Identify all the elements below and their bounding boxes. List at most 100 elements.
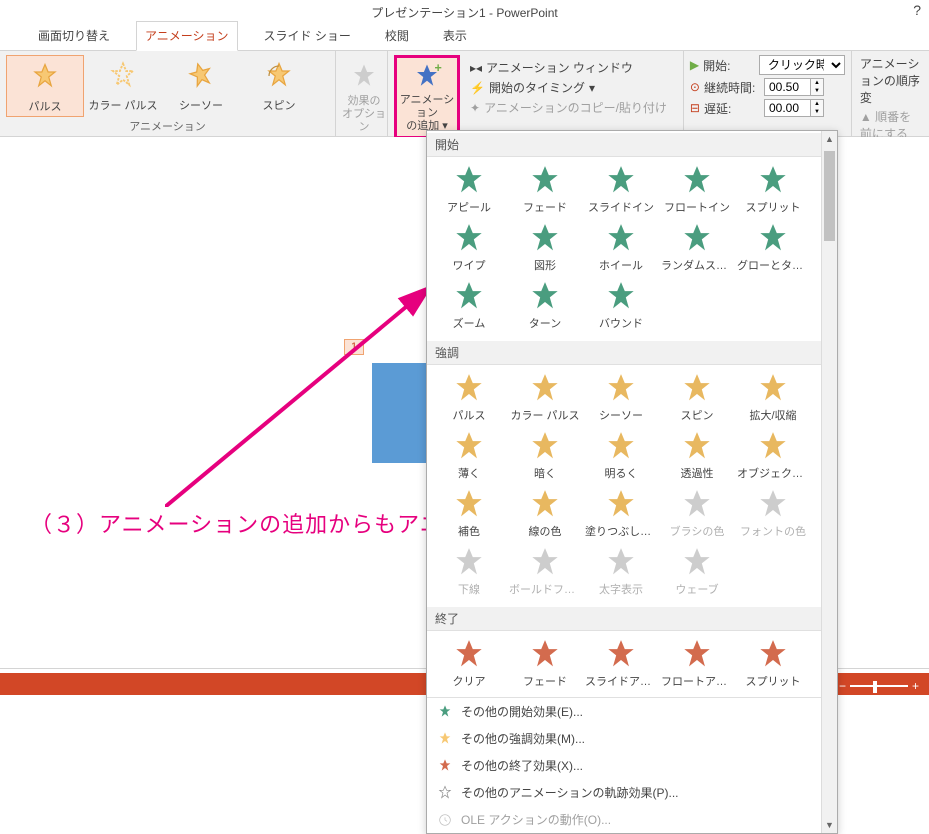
effect-ワイプ[interactable]: ワイプ (431, 219, 507, 277)
tab-animations[interactable]: アニメーション (136, 21, 238, 51)
effect-線の色[interactable]: 線の色 (507, 485, 583, 543)
effect-薄く[interactable]: 薄く (431, 427, 507, 485)
gallery-spin[interactable]: スピン (240, 55, 318, 115)
effect-スピン[interactable]: スピン (659, 369, 735, 427)
add-animation-button[interactable]: + アニメーションの追加 ▾ (394, 55, 460, 139)
delay-row: ⊟ 遅延: ▲▼ (690, 99, 845, 117)
star-icon (433, 279, 505, 315)
star-icon (340, 59, 388, 95)
star-icon (86, 57, 160, 95)
timing-group: ▶ 開始: クリック時 ⊙ 継続時間: ▲▼ ⊟ 遅延: ▲▼ (684, 51, 852, 136)
animation-order-tag[interactable]: 1 (344, 339, 364, 355)
effect-透過性[interactable]: 透過性 (659, 427, 735, 485)
star-icon (433, 545, 505, 581)
star-icon (661, 429, 733, 465)
delay-spinner[interactable]: ▲▼ (810, 99, 824, 117)
window-title: プレゼンテーション1 - PowerPoint (371, 4, 557, 21)
effect-label: フロートイン (661, 199, 733, 215)
effect-スプリット[interactable]: スプリット (735, 161, 811, 219)
effect-label: スライドイン (585, 199, 657, 215)
section-emphasis: 強調 (427, 341, 821, 365)
play-icon: ▶ (690, 58, 699, 72)
effect-フェード[interactable]: フェード (507, 161, 583, 219)
effect-シーソー[interactable]: シーソー (583, 369, 659, 427)
effect-フェード[interactable]: フェード (507, 635, 583, 693)
effect-クリア[interactable]: クリア (431, 635, 507, 693)
tab-slideshow[interactable]: スライド ショー (256, 22, 359, 50)
star-icon (433, 429, 505, 465)
delay-input[interactable] (764, 99, 810, 117)
effect-ランダムスト...[interactable]: ランダムスト... (659, 219, 735, 277)
more-entrance-effects[interactable]: その他の開始効果(E)... (427, 698, 821, 725)
animation-pane-button[interactable]: ▸◂アニメーション ウィンドウ (470, 59, 667, 76)
effect-ズーム[interactable]: ズーム (431, 277, 507, 335)
gallery-label: スピン (242, 97, 316, 113)
effect-フロートイン[interactable]: フロートイン (659, 161, 735, 219)
effect-補色[interactable]: 補色 (431, 485, 507, 543)
gallery-color-pulse[interactable]: カラー パルス (84, 55, 162, 115)
more-emphasis-effects[interactable]: その他の強調効果(M)... (427, 725, 821, 752)
scrollbar-thumb[interactable] (824, 151, 835, 241)
scroll-up-icon[interactable]: ▲ (822, 131, 837, 147)
effect-label: グローとターン (737, 257, 809, 273)
up-icon: ▲ (860, 110, 875, 124)
scroll-down-icon[interactable]: ▼ (822, 817, 837, 833)
group-label: アニメーション (0, 118, 335, 134)
effect-ウェーブ: ウェーブ (659, 543, 735, 601)
more-exit-effects[interactable]: その他の終了効果(X)... (427, 752, 821, 779)
effect-スプリット[interactable]: スプリット (735, 635, 811, 693)
start-select[interactable]: クリック時 (759, 55, 845, 75)
effect-カラー パルス[interactable]: カラー パルス (507, 369, 583, 427)
effect-label: ズーム (433, 315, 505, 331)
effect-label: ブラシの色 (661, 523, 733, 539)
star-icon (661, 545, 733, 581)
effect-label: シーソー (585, 407, 657, 423)
effect-パルス[interactable]: パルス (431, 369, 507, 427)
effect-ターン[interactable]: ターン (507, 277, 583, 335)
trigger-button[interactable]: ⚡開始のタイミング ▾ (470, 79, 667, 96)
advanced-controls: ▸◂アニメーション ウィンドウ ⚡開始のタイミング ▾ ✦アニメーションのコピー… (460, 55, 677, 139)
gallery-pulse[interactable]: パルス (6, 55, 84, 117)
tab-view[interactable]: 表示 (435, 22, 475, 50)
zoom-slider[interactable]: −+ (839, 681, 919, 691)
effect-ホイール[interactable]: ホイール (583, 219, 659, 277)
effect-スライドアウト[interactable]: スライドアウト (583, 635, 659, 693)
effect-暗く[interactable]: 暗く (507, 427, 583, 485)
effect-拡大/収縮[interactable]: 拡大/収縮 (735, 369, 811, 427)
tab-transitions[interactable]: 画面切り替え (30, 22, 118, 50)
effect-label: クリア (433, 673, 505, 689)
star-icon (509, 279, 581, 315)
effect-フロートアウト[interactable]: フロートアウト (659, 635, 735, 693)
star-icon (661, 371, 733, 407)
effect-label: アピール (433, 199, 505, 215)
effect-label: スピン (661, 407, 733, 423)
effect-バウンド[interactable]: バウンド (583, 277, 659, 335)
tab-review[interactable]: 校閲 (377, 22, 417, 50)
ribbon-tabs: 画面切り替え アニメーション スライド ショー 校閲 表示 (0, 24, 929, 51)
effect-塗りつぶしの色[interactable]: 塗りつぶしの色 (583, 485, 659, 543)
dropdown-scrollbar[interactable]: ▲ ▼ (821, 131, 837, 833)
effect-グローとターン[interactable]: グローとターン (735, 219, 811, 277)
clock-icon: ⊙ (690, 80, 700, 94)
effect-オブジェクト ...[interactable]: オブジェクト ... (735, 427, 811, 485)
star-icon (9, 58, 81, 96)
star-icon (585, 637, 657, 673)
effect-アピール[interactable]: アピール (431, 161, 507, 219)
effect-label: 太字表示 (585, 581, 657, 597)
star-icon (585, 545, 657, 581)
effect-明るく[interactable]: 明るく (583, 427, 659, 485)
effect-図形[interactable]: 図形 (507, 219, 583, 277)
help-icon[interactable]: ? (913, 2, 921, 18)
star-icon (737, 371, 809, 407)
effect-label: 薄く (433, 465, 505, 481)
effect-label: ホイール (585, 257, 657, 273)
gallery-teeter[interactable]: シーソー (162, 55, 240, 115)
more-motion-paths[interactable]: その他のアニメーションの軌跡効果(P)... (427, 779, 821, 806)
duration-input[interactable] (764, 78, 810, 96)
effect-label: 明るく (585, 465, 657, 481)
delay-label: 遅延: (704, 100, 760, 117)
effect-スライドイン[interactable]: スライドイン (583, 161, 659, 219)
effect-label: カラー パルス (509, 407, 581, 423)
duration-spinner[interactable]: ▲▼ (810, 78, 824, 96)
section-entrance: 開始 (427, 133, 821, 157)
